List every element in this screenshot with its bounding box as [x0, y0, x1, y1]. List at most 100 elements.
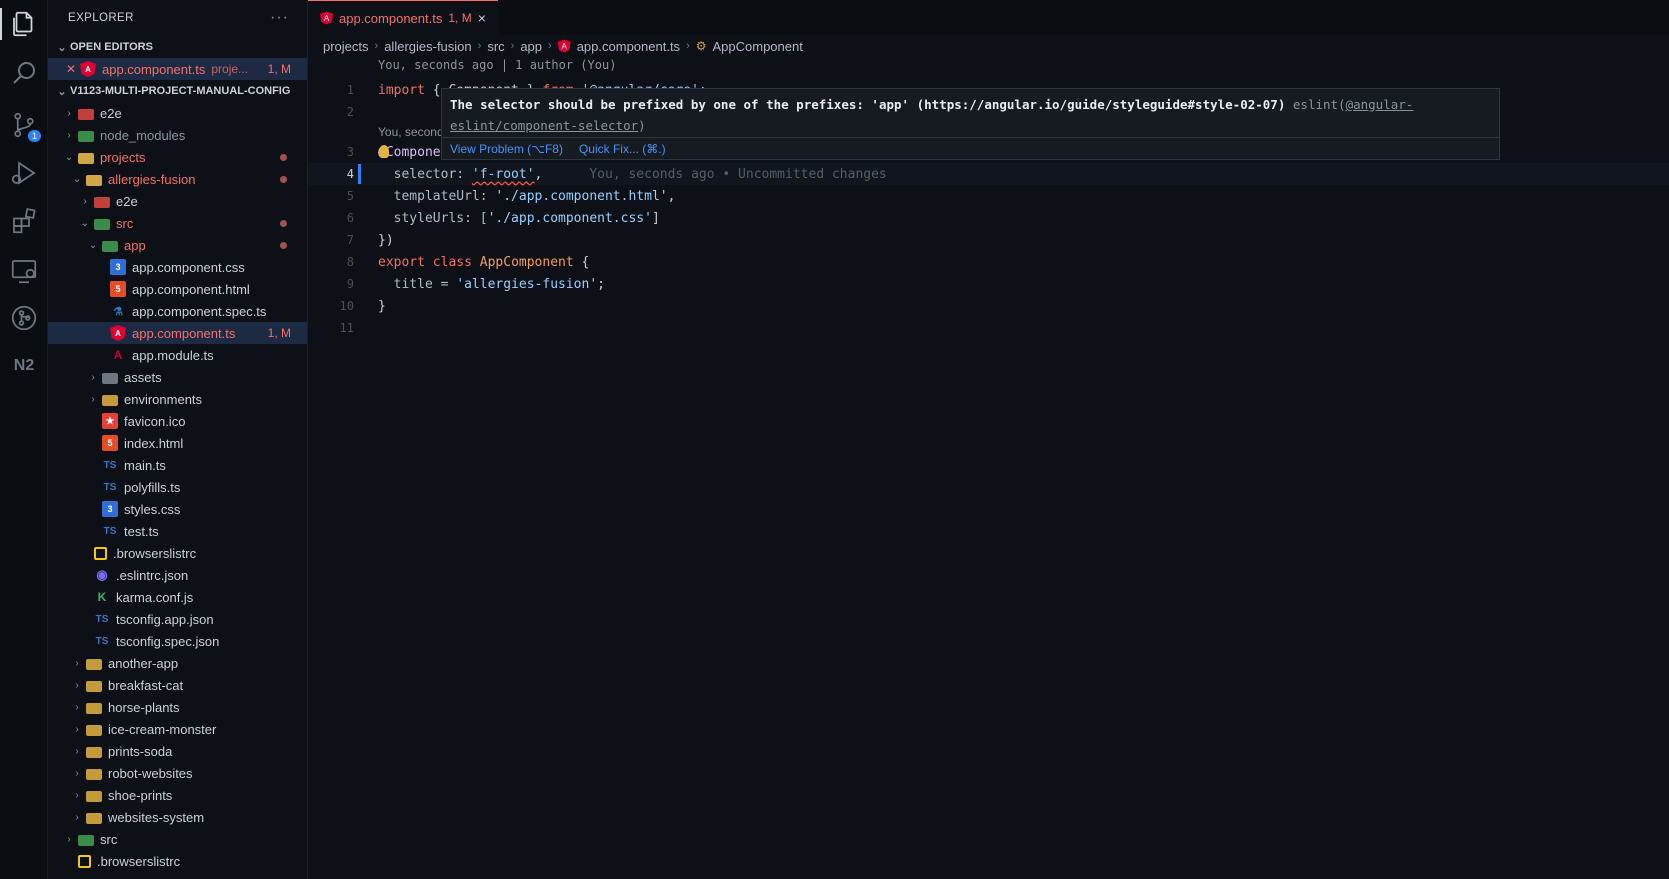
- tree-item-label: ice-cream-monster: [108, 721, 217, 737]
- code-token: title =: [378, 276, 457, 292]
- folder-icon: [86, 790, 102, 802]
- tab-app-component-ts[interactable]: A app.component.ts 1, M ×: [308, 0, 498, 35]
- more-actions-icon[interactable]: ···: [270, 9, 289, 27]
- tree-item-projects[interactable]: ⌄ projects: [48, 146, 307, 168]
- tree-item-root-src[interactable]: › src: [48, 828, 307, 850]
- tree-item-assets[interactable]: › assets: [48, 366, 307, 388]
- folder-icon: [94, 218, 110, 230]
- tree-item-label: robot-websites: [108, 765, 193, 781]
- close-icon[interactable]: ✕: [64, 62, 78, 76]
- tree-item-app-html[interactable]: 5 app.component.html: [48, 278, 307, 300]
- tree-item-tsconfig-spec[interactable]: TS tsconfig.spec.json: [48, 630, 307, 652]
- code-line: 6 styleUrls: ['./app.component.css']: [308, 207, 1669, 229]
- lightbulb-icon[interactable]: [379, 145, 389, 158]
- source-control-icon[interactable]: 1: [9, 110, 41, 142]
- folder-icon: [102, 394, 118, 406]
- line-number: 1: [346, 83, 354, 97]
- tree-item-app-css[interactable]: 3 app.component.css: [48, 256, 307, 278]
- tree-item-robot-websites[interactable]: › robot-websites: [48, 762, 307, 784]
- extensions-icon[interactable]: [9, 206, 39, 236]
- nx-console-icon[interactable]: N2: [9, 351, 39, 381]
- line-number: 11: [339, 321, 354, 335]
- tree-item-shoe-prints[interactable]: › shoe-prints: [48, 784, 307, 806]
- line-number: 7: [346, 233, 354, 247]
- close-icon[interactable]: ×: [478, 10, 486, 26]
- search-icon[interactable]: [9, 58, 39, 88]
- tree-item-horse-plants[interactable]: › horse-plants: [48, 696, 307, 718]
- chevron-right-icon: ›: [75, 723, 79, 735]
- tree-item-app-component-ts[interactable]: A app.component.ts 1, M: [48, 322, 307, 344]
- run-debug-icon[interactable]: [9, 158, 39, 188]
- tree-item-label: src: [100, 831, 118, 847]
- tree-item-tsconfig-app[interactable]: TS tsconfig.app.json: [48, 608, 307, 630]
- breadcrumb-item[interactable]: app: [520, 39, 542, 54]
- typescript-file-icon: TS: [103, 481, 117, 493]
- workspace-section[interactable]: ⌄ V1123-MULTI-PROJECT-MANUAL-CONFIG: [48, 80, 307, 102]
- breadcrumb-item[interactable]: src: [487, 39, 504, 54]
- chevron-down-icon: ⌄: [88, 239, 98, 251]
- tree-item-label: app: [124, 237, 146, 253]
- tree-item-root-browserslistrc[interactable]: .browserslistrc: [48, 850, 307, 872]
- tree-item-polyfills-ts[interactable]: TS polyfills.ts: [48, 476, 307, 498]
- quick-fix-button[interactable]: Quick Fix... (⌘.): [579, 142, 666, 156]
- tree-item-styles-css[interactable]: 3 styles.css: [48, 498, 307, 520]
- tree-item-src[interactable]: ⌄ src: [48, 212, 307, 234]
- tree-item-prints-soda[interactable]: › prints-soda: [48, 740, 307, 762]
- error-squiggle[interactable]: 'f-root': [472, 167, 535, 182]
- tab-bar: A app.component.ts 1, M ×: [308, 0, 1669, 35]
- chevron-right-icon: ›: [91, 371, 95, 383]
- folder-icon: [78, 834, 94, 846]
- angular-module-icon: A: [113, 348, 123, 362]
- tree-item-breakfast-cat[interactable]: › breakfast-cat: [48, 674, 307, 696]
- tree-item-e2e-inner[interactable]: › e2e: [48, 190, 307, 212]
- tree-item-label: .browserslistrc: [113, 545, 197, 561]
- open-editors-section[interactable]: ⌄ OPEN EDITORS: [48, 36, 307, 58]
- remote-explorer-icon[interactable]: [9, 256, 39, 286]
- open-editor-item[interactable]: ✕ A app.component.ts proje... 1, M: [48, 58, 307, 80]
- karma-icon: K: [97, 590, 107, 604]
- tree-item-browserslistrc[interactable]: .browserslistrc: [48, 542, 307, 564]
- breadcrumb-item[interactable]: AppComponent: [713, 39, 803, 54]
- browserslist-icon: [78, 854, 91, 868]
- tree-item-label: node_modules: [100, 127, 186, 143]
- chevron-right-icon: ›: [75, 701, 79, 713]
- tree-item-e2e[interactable]: › e2e: [48, 102, 307, 124]
- breadcrumb: projects › allergies-fusion › src › app …: [308, 35, 1669, 57]
- explorer-icon[interactable]: [9, 9, 39, 39]
- code-token: {: [573, 254, 590, 270]
- tree-item-test-ts[interactable]: TS test.ts: [48, 520, 307, 542]
- open-editors-header: OPEN EDITORS: [70, 41, 153, 53]
- breadcrumb-item[interactable]: app.component.ts: [577, 39, 680, 54]
- open-editor-status: 1, M: [267, 62, 291, 76]
- chevron-right-icon: ›: [75, 789, 79, 801]
- tree-item-websites-system[interactable]: › websites-system: [48, 806, 307, 828]
- tree-item-allergies-fusion[interactable]: ⌄ allergies-fusion: [48, 168, 307, 190]
- tree-item-another-app[interactable]: › another-app: [48, 652, 307, 674]
- tree-item-environments[interactable]: › environments: [48, 388, 307, 410]
- chevron-right-icon: ›: [75, 767, 79, 779]
- tree-item-main-ts[interactable]: TS main.ts: [48, 454, 307, 476]
- tree-item-ice-cream-monster[interactable]: › ice-cream-monster: [48, 718, 307, 740]
- tree-item-node-modules[interactable]: › node_modules: [48, 124, 307, 146]
- tree-item-app-spec[interactable]: ⚗ app.component.spec.ts: [48, 300, 307, 322]
- chevron-right-icon: ›: [91, 393, 95, 405]
- problem-hover-popup: The selector should be prefixed by one o…: [441, 88, 1500, 160]
- tree-item-karma-conf[interactable]: K karma.conf.js: [48, 586, 307, 608]
- tree-item-app[interactable]: ⌄ app: [48, 234, 307, 256]
- chevron-right-icon: ›: [686, 40, 690, 52]
- tree-item-eslintrc[interactable]: ◉ .eslintrc.json: [48, 564, 307, 586]
- breadcrumb-item[interactable]: projects: [323, 39, 369, 54]
- git-graph-icon[interactable]: [9, 303, 39, 333]
- tree-item-app-module[interactable]: A app.module.ts: [48, 344, 307, 366]
- diagnostic-rule-link[interactable]: @angular-: [1346, 97, 1414, 112]
- diagnostic-rule-link[interactable]: eslint/component-selector: [450, 118, 638, 133]
- tree-item-favicon[interactable]: ★ favicon.ico: [48, 410, 307, 432]
- tree-item-index-html[interactable]: 5 index.html: [48, 432, 307, 454]
- test-file-icon: ⚗: [113, 305, 123, 318]
- tree-item-label: karma.conf.js: [116, 589, 194, 605]
- file-status: 1, M: [267, 326, 291, 340]
- code-token: ,: [667, 188, 676, 204]
- view-problem-button[interactable]: View Problem (⌥F8): [450, 142, 563, 156]
- codelens-blame[interactable]: You, seconds ago | 1 author (You): [378, 58, 616, 72]
- breadcrumb-item[interactable]: allergies-fusion: [384, 39, 471, 54]
